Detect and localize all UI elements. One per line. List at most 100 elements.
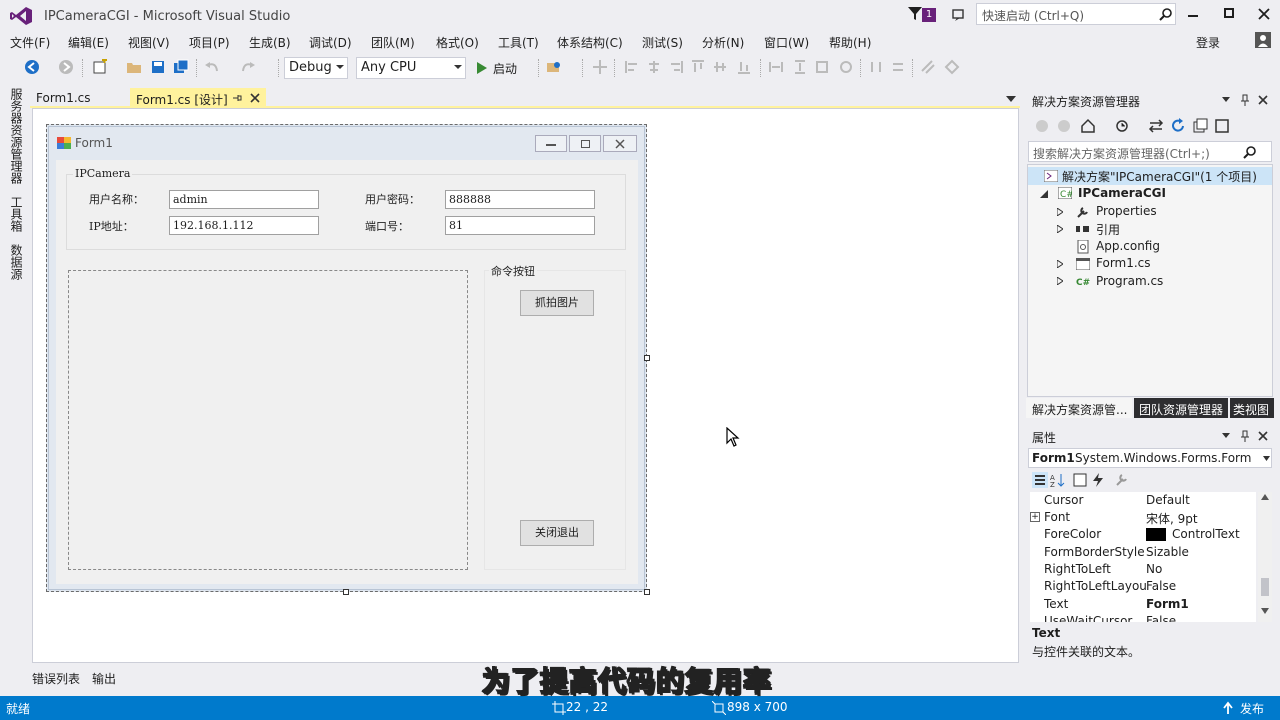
toolbox-tab[interactable]: 工具箱: [8, 196, 25, 232]
se-back-icon[interactable]: [1034, 118, 1050, 134]
menu-project[interactable]: 项目(P): [189, 34, 230, 51]
solution-search-box[interactable]: 搜索解决方案资源管理器(Ctrl+;): [1028, 141, 1272, 162]
feedback-icon[interactable]: [951, 7, 967, 23]
menu-help[interactable]: 帮助(H): [829, 34, 871, 51]
forward-icon[interactable]: [58, 59, 74, 75]
password-input[interactable]: 888888: [445, 190, 595, 209]
form-minimize-button[interactable]: [535, 135, 567, 152]
history-icon[interactable]: [1114, 118, 1130, 134]
align-rights-icon[interactable]: [668, 59, 684, 75]
close-exit-button[interactable]: 关闭退出: [520, 520, 594, 546]
align-grid-icon[interactable]: [592, 59, 608, 75]
sync-icon[interactable]: [1148, 118, 1164, 134]
bring-to-front-icon[interactable]: [920, 59, 936, 75]
make-same-size-icon[interactable]: [838, 59, 854, 75]
form-maximize-button[interactable]: [569, 135, 601, 152]
menu-architecture[interactable]: 体系结构(C): [557, 34, 623, 51]
align-tops-icon[interactable]: [690, 59, 706, 75]
username-input[interactable]: admin: [169, 190, 319, 209]
collapsed-arrow-icon[interactable]: [1057, 225, 1063, 233]
search-icon[interactable]: [1159, 7, 1173, 21]
categorized-icon[interactable]: [1032, 472, 1048, 488]
ip-input[interactable]: 192.168.1.112: [169, 216, 319, 235]
menu-format[interactable]: 格式(O): [436, 34, 479, 51]
show-all-files-icon[interactable]: [1214, 118, 1230, 134]
property-row[interactable]: + Font 宋体, 9pt: [1030, 509, 1256, 526]
property-row[interactable]: ForeColor ControlText: [1030, 526, 1256, 543]
redo-icon[interactable]: [240, 59, 256, 75]
property-grid-scrollbar[interactable]: [1258, 492, 1272, 622]
resize-handle-right[interactable]: [644, 355, 650, 361]
menu-file[interactable]: 文件(F): [10, 34, 50, 51]
port-input[interactable]: 81: [445, 216, 595, 235]
save-all-icon[interactable]: [173, 59, 189, 75]
scroll-up-icon[interactable]: [1261, 494, 1269, 500]
expand-plus-icon[interactable]: +: [1030, 512, 1040, 522]
save-icon[interactable]: [150, 59, 166, 75]
property-pages-icon[interactable]: [1114, 472, 1130, 488]
chevron-down-icon[interactable]: [1263, 456, 1270, 461]
tree-item-references[interactable]: 引用: [1096, 221, 1120, 238]
menu-team[interactable]: 团队(M): [371, 34, 415, 51]
vertical-spacing-icon[interactable]: [890, 59, 906, 75]
align-bottoms-icon[interactable]: [736, 59, 752, 75]
server-explorer-tab[interactable]: 服务器资源管理器: [8, 88, 25, 184]
collapsed-arrow-icon[interactable]: [1057, 208, 1063, 216]
tree-project[interactable]: IPCameraCGI: [1078, 186, 1166, 200]
menu-edit[interactable]: 编辑(E): [68, 34, 109, 51]
open-folder-icon[interactable]: [126, 59, 142, 75]
pin-icon[interactable]: [232, 93, 242, 103]
panel-pin-icon[interactable]: [1240, 94, 1250, 106]
tab-overflow-icon[interactable]: [1006, 96, 1016, 102]
property-row[interactable]: Cursor Default: [1030, 492, 1256, 509]
send-to-back-icon[interactable]: [944, 59, 960, 75]
publish-icon[interactable]: [1222, 701, 1234, 715]
ipcamera-groupbox[interactable]: [66, 174, 626, 250]
menu-window[interactable]: 窗口(W): [764, 34, 809, 51]
find-icon[interactable]: [546, 59, 562, 75]
align-middles-icon[interactable]: [712, 59, 728, 75]
resize-handle-bottom[interactable]: [343, 589, 349, 595]
collapsed-arrow-icon[interactable]: [1057, 260, 1063, 268]
make-same-width-icon[interactable]: [768, 59, 784, 75]
filter-icon[interactable]: [908, 7, 922, 21]
data-sources-tab[interactable]: 数据源: [8, 244, 25, 280]
minimize-icon[interactable]: [1188, 15, 1198, 17]
panel-close-icon[interactable]: [1258, 431, 1268, 441]
menu-analyze[interactable]: 分析(N): [702, 34, 744, 51]
size-to-grid-icon[interactable]: [814, 59, 830, 75]
search-icon[interactable]: [1243, 145, 1257, 159]
align-lefts-icon[interactable]: [624, 59, 640, 75]
start-button[interactable]: 启动: [474, 58, 536, 78]
tree-item-program-cs[interactable]: Program.cs: [1096, 274, 1163, 288]
picture-box[interactable]: [68, 270, 468, 570]
scrollbar-thumb[interactable]: [1261, 578, 1269, 596]
refresh-icon[interactable]: [1170, 118, 1186, 134]
new-project-icon[interactable]: [92, 59, 108, 75]
quick-launch[interactable]: 快速启动 (Ctrl+Q): [976, 3, 1176, 25]
make-same-height-icon[interactable]: [792, 59, 808, 75]
property-row[interactable]: FormBorderStyle Sizable: [1030, 544, 1256, 561]
publish-button[interactable]: 发布: [1240, 700, 1264, 717]
restore-icon[interactable]: [1224, 8, 1234, 18]
resize-handle-corner[interactable]: [644, 589, 650, 595]
platform-dropdown[interactable]: Any CPU: [356, 57, 466, 79]
expanded-arrow-icon[interactable]: [1040, 190, 1048, 198]
panel-close-icon[interactable]: [1258, 95, 1268, 105]
property-row[interactable]: Text Form1: [1030, 596, 1256, 613]
panel-dropdown-icon[interactable]: [1222, 433, 1230, 438]
solution-config-dropdown[interactable]: Debug: [284, 57, 348, 79]
notification-badge[interactable]: 1: [922, 8, 936, 22]
tab-form1-cs[interactable]: Form1.cs: [30, 88, 128, 108]
horizontal-spacing-icon[interactable]: [868, 59, 884, 75]
alphabetical-icon[interactable]: AZ: [1050, 472, 1066, 488]
property-row[interactable]: RightToLeftLayou False: [1030, 578, 1256, 595]
snapshot-button[interactable]: 抓拍图片: [520, 290, 594, 316]
menu-view[interactable]: 视图(V): [128, 34, 170, 51]
account-icon[interactable]: [1255, 32, 1271, 48]
collapsed-arrow-icon[interactable]: [1057, 277, 1063, 285]
menu-build[interactable]: 生成(B): [249, 34, 291, 51]
undo-icon[interactable]: [204, 59, 220, 75]
menu-tools[interactable]: 工具(T): [498, 34, 539, 51]
tree-item-properties[interactable]: Properties: [1096, 204, 1157, 218]
